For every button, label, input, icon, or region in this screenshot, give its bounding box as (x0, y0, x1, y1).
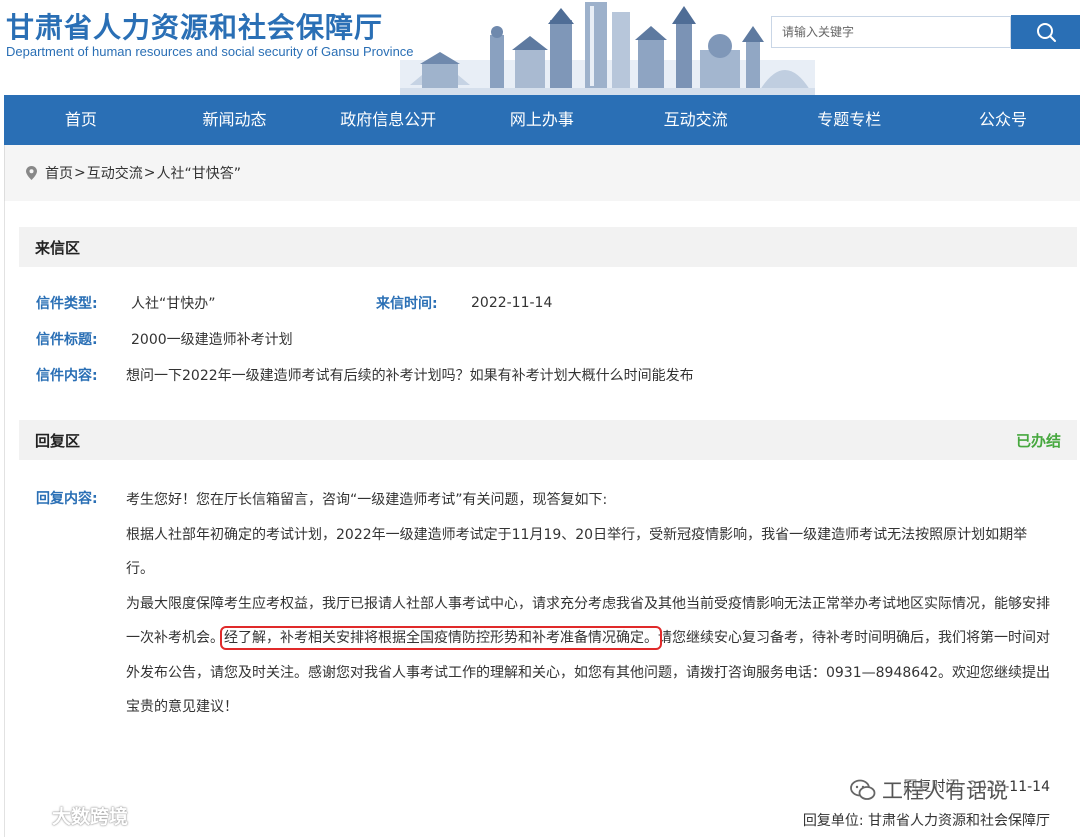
reply-content-label: 回复内容: (36, 491, 98, 507)
letter-type-label: 信件类型: (36, 296, 98, 312)
reply-unit-value: 甘肃省人力资源和社会保障厅 (868, 813, 1050, 829)
highlighted-sentence: 经了解，补考相关安排将根据全国疫情防控形势和补考准备情况确定。 (220, 626, 662, 650)
status-badge: 已办结 (1015, 431, 1061, 450)
nav-item-online-services[interactable]: 网上办事 (465, 95, 619, 145)
letter-content-row: 信件内容: 想问一下2022年一级建造师考试有后续的补考计划吗？如果有补考计划大… (36, 365, 694, 385)
site-title[interactable]: 甘肃省人力资源和社会保障厅 (6, 6, 383, 46)
letter-time-label: 来信时间: (376, 296, 438, 312)
reply-paragraph: 考生您好！您在厅长信箱留言，咨询“一级建造师考试”有关问题，现答复如下: (126, 492, 608, 508)
reply-paragraph: 为最大限度保障考生应考权益，我厅已报请人社部人事考试中心，请求充分考虑我省及其他… (126, 587, 1051, 725)
city-skyline-banner (400, 2, 815, 95)
search-icon (1036, 23, 1056, 42)
breadcrumb: 首页 > 互动交流 > 人社“甘快答” (4, 145, 1080, 201)
letter-section-header: 来信区 (19, 227, 1077, 267)
watermark-logo-icon (12, 806, 46, 825)
site-header: 甘肃省人力资源和社会保障厅 Department of human resour… (0, 0, 1080, 95)
reply-paragraph: 根据人社部年初确定的考试计划，2022年一级建造师考试定于11月19、20日举行… (126, 526, 1028, 578)
reply-section-title: 回复区 (35, 431, 81, 450)
location-pin-icon (26, 166, 37, 180)
nav-item-gov-info[interactable]: 政府信息公开 (311, 95, 465, 145)
reply-unit: 回复单位: 甘肃省人力资源和社会保障厅 (803, 810, 1050, 830)
watermark-left-text: 大数跨境 (52, 806, 129, 828)
letter-subject-label: 信件标题: (36, 332, 98, 348)
letter-subject-row: 信件标题: 2000一级建造师补考计划 (36, 329, 293, 349)
letter-type-row: 信件类型: 人社“甘快办” 来信时间: 2022-11-14 (36, 293, 552, 313)
wechat-icon (850, 779, 876, 800)
nav-item-public-account[interactable]: 公众号 (926, 95, 1080, 145)
watermark-right-text: 工程人有话说 (882, 779, 1008, 803)
search-input[interactable] (771, 16, 1011, 48)
nav-item-news[interactable]: 新闻动态 (158, 95, 312, 145)
letter-subject-value: 2000一级建造师补考计划 (131, 332, 293, 348)
watermark-left: 大数跨境 (12, 802, 128, 829)
breadcrumb-separator: > (143, 165, 156, 181)
breadcrumb-separator: > (74, 165, 86, 181)
search-button[interactable] (1011, 15, 1080, 49)
nav-item-interaction[interactable]: 互动交流 (619, 95, 773, 145)
reply-content: 考生您好！您在厅长信箱留言，咨询“一级建造师考试”有关问题，现答复如下: 根据人… (126, 483, 1051, 725)
main-nav: 首页 新闻动态 政府信息公开 网上办事 互动交流 专题专栏 公众号 (4, 95, 1080, 145)
reply-unit-label: 回复单位: (802, 813, 864, 829)
reply-section-header: 回复区 已办结 (19, 420, 1077, 460)
nav-item-special-topics[interactable]: 专题专栏 (772, 95, 926, 145)
breadcrumb-current[interactable]: 人社“甘快答” (156, 163, 241, 183)
letter-content-value: 想问一下2022年一级建造师考试有后续的补考计划吗？如果有补考计划大概什么时间能… (126, 368, 694, 384)
nav-item-home[interactable]: 首页 (4, 95, 158, 145)
letter-section-title: 来信区 (35, 238, 81, 257)
breadcrumb-interaction[interactable]: 互动交流 (87, 163, 143, 183)
letter-time-value: 2022-11-14 (471, 295, 553, 311)
breadcrumb-home[interactable]: 首页 (45, 163, 73, 183)
site-subtitle: Department of human resources and social… (6, 44, 414, 59)
letter-detail: 来信区 信件类型: 人社“甘快办” 来信时间: 2022-11-14 信件标题:… (4, 201, 1080, 837)
letter-content-label: 信件内容: (36, 368, 98, 384)
watermark-right: 工程人有话说 (850, 775, 1008, 805)
letter-type-value: 人社“甘快办” (131, 296, 216, 312)
